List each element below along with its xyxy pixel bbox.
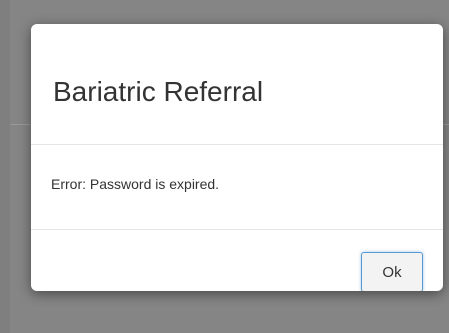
- error-dialog: Bariatric Referral Error: Password is ex…: [31, 24, 443, 291]
- ok-button[interactable]: Ok: [361, 252, 423, 291]
- dialog-header: Bariatric Referral: [31, 24, 443, 145]
- error-message: Error: Password is expired.: [51, 176, 220, 192]
- dialog-title: Bariatric Referral: [53, 76, 264, 107]
- dialog-body: Error: Password is expired.: [31, 145, 443, 230]
- dialog-footer: Ok: [31, 230, 443, 291]
